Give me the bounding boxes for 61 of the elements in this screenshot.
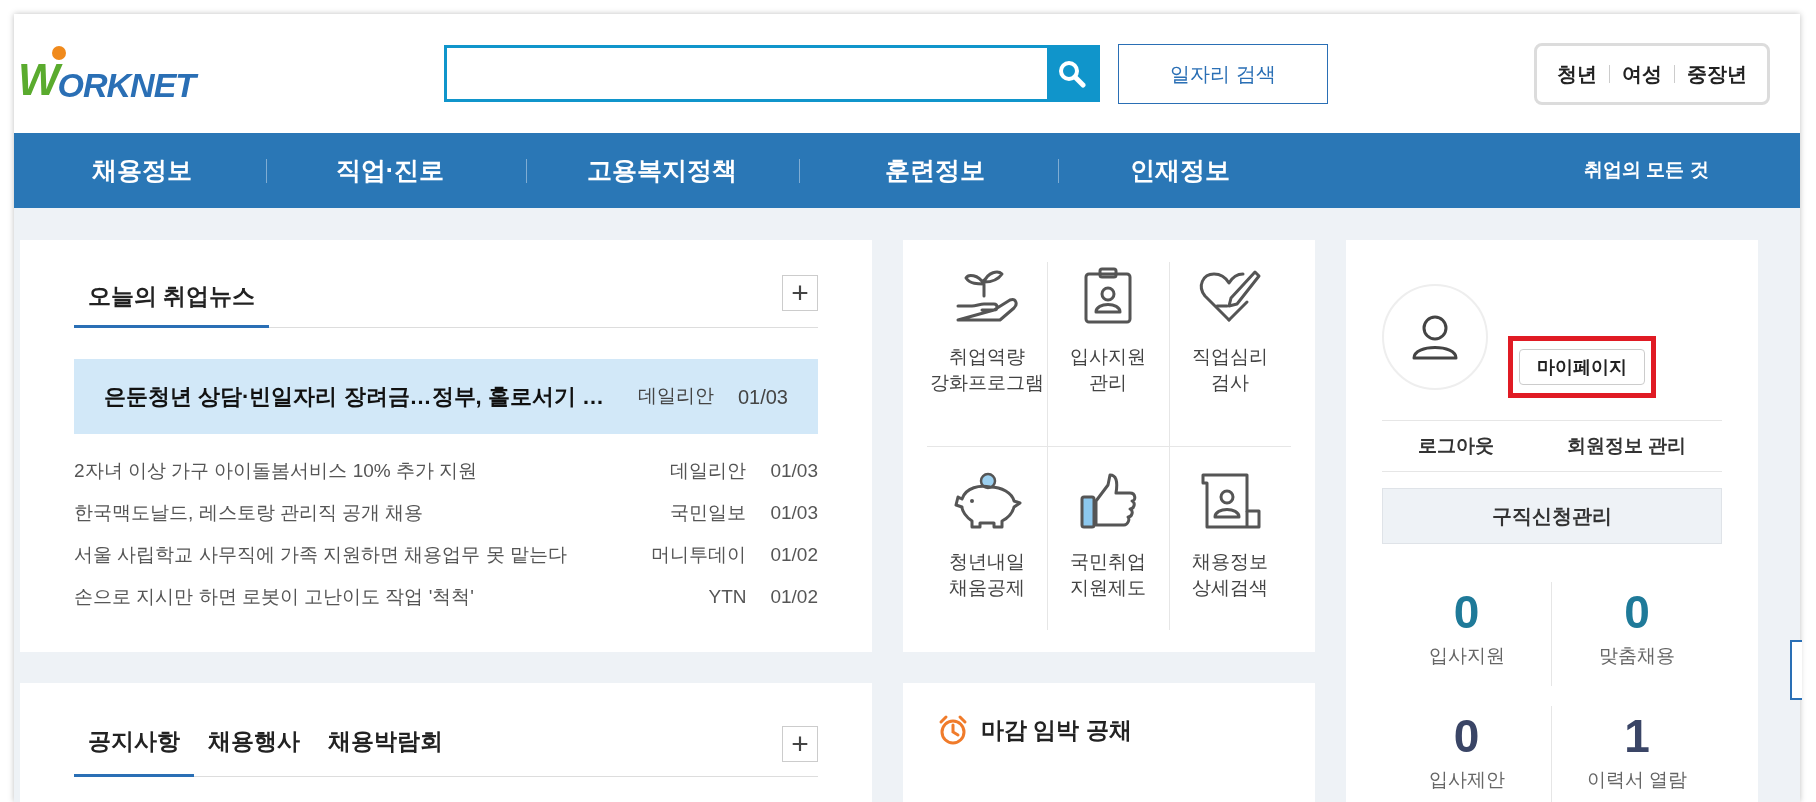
stat-value: 0 [1624,585,1650,640]
stat-value: 0 [1453,709,1480,764]
featured-news[interactable]: 은둔청년 상담·빈일자리 장려금…정부, 홀로서기 … 데일리안 01/03 [74,359,818,434]
stat-item[interactable]: 0 입사제안 [1382,706,1552,802]
news-date: 01/02 [770,542,818,567]
stat-label: 맞춤채용 [1599,644,1675,668]
job-search-button[interactable]: 일자리 검색 [1118,43,1328,104]
account-link[interactable]: 회원정보 관리 [1566,431,1686,461]
segment-link[interactable]: 중장년 [1687,58,1747,89]
segment-link[interactable]: 청년 [1557,58,1597,89]
more-button[interactable]: + [782,275,818,311]
tab[interactable]: 채용행사 [194,723,314,777]
news-source: YTN [708,584,747,609]
mypage-button[interactable]: 마이페이지 [1519,349,1645,385]
nav-item[interactable]: 직업·진로 [335,151,445,190]
tab[interactable]: 공지사항 [74,723,194,777]
manage-button[interactable]: 구직신청관리 [1382,488,1722,544]
quick-link[interactable]: 국민취업 지원제도 [1048,446,1170,630]
stat-item[interactable]: 0 입사지원 [1382,582,1552,686]
section-title: 마감 임박 공채 [981,716,1132,745]
news-date: 01/03 [770,500,818,525]
account-link[interactable]: 로그아웃 [1418,431,1495,461]
stat-item[interactable]: 1 이력서 열람 [1552,706,1722,802]
quick-link[interactable]: 입사지원 관리 [1048,262,1170,446]
news-date: 01/03 [770,458,818,483]
nav-item[interactable]: 인재정보 [1130,151,1230,190]
nav-item[interactable]: 채용정보 [92,151,192,190]
news-title: 은둔청년 상담·빈일자리 장려금…정부, 홀로서기 … [104,383,605,411]
news-source: 머니투데이 [651,542,747,567]
quick-link[interactable]: 청년내일 채움공제 [927,446,1049,630]
stat-value: 1 [1624,709,1650,764]
segment-link[interactable]: 여성 [1622,58,1662,89]
piggy-bank-icon [952,470,1023,531]
tab[interactable]: 채용박람회 [314,723,457,777]
news-link[interactable]: 서울 사립학교 사무직에 가족 지원하면 채용업무 못 맡는다 [74,540,652,570]
quick-link[interactable]: 채용정보 상세검색 [1169,446,1291,630]
nav-item[interactable]: 고용복지정책 [587,151,737,190]
stat-item[interactable]: 0 맞춤채용 [1552,582,1722,686]
news-source: 데일리안 [670,458,747,483]
news-source: 데일리안 [637,384,714,409]
news-date: 01/03 [737,384,788,410]
stat-label: 입사제안 [1428,768,1505,792]
news-source: 국민일보 [670,500,747,525]
quick-link[interactable]: 직업심리 검사 [1169,262,1291,446]
news-link[interactable]: 손으로 지시만 하면 로봇이 고난이도 작업 '척척' [74,582,709,612]
stat-label: 이력서 열람 [1586,768,1688,792]
side-tab[interactable] [1790,640,1802,700]
news-link[interactable]: 2자녀 이상 가구 아이돌봄서비스 10% 추가 지원 [74,456,671,486]
stat-label: 입사지원 [1428,644,1505,668]
stat-value: 0 [1453,585,1480,640]
alarm-clock-icon [937,714,969,747]
news-link[interactable]: 한국맥도날드, 레스토랑 관리직 공개 채용 [74,498,671,528]
nav-item[interactable]: 훈련정보 [885,151,985,190]
search-icon[interactable] [1058,59,1086,88]
quick-link[interactable]: 취업역량 강화프로그램 [927,262,1049,446]
logo[interactable]: WORKNET [18,41,248,106]
more-button[interactable]: + [782,726,818,762]
search-field[interactable] [444,45,1100,102]
section-title: 오늘의 취업뉴스 [74,278,270,328]
nav-link[interactable]: 취업의 모든 것 [1584,156,1709,185]
news-date: 01/02 [770,584,818,609]
